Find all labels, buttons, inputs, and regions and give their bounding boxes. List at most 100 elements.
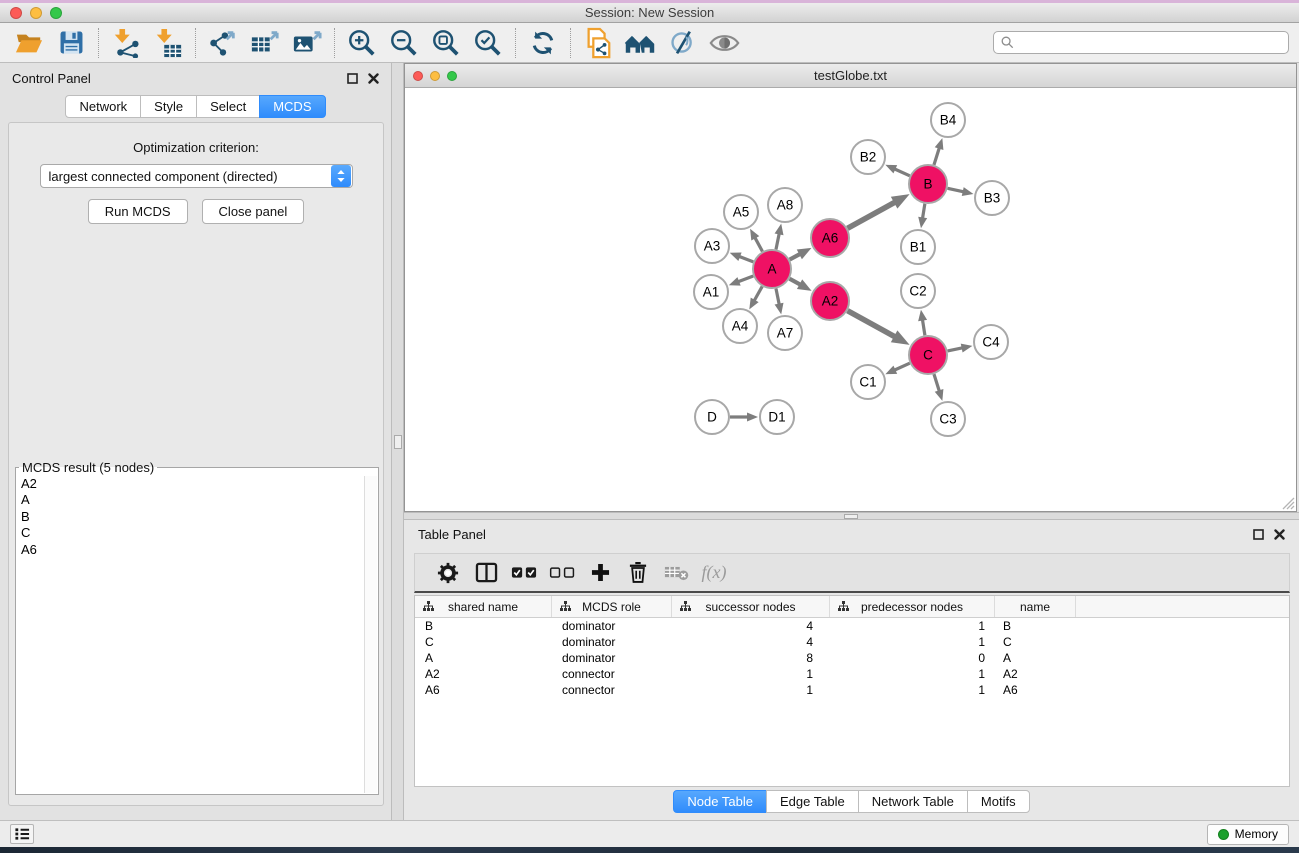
save-session-button[interactable]: [50, 26, 92, 60]
column-header-mcds-role[interactable]: MCDS role: [552, 596, 672, 617]
graph-edge[interactable]: [790, 254, 801, 260]
column-header-predecessor-nodes[interactable]: predecessor nodes: [830, 596, 995, 617]
table-cell[interactable]: 8: [672, 651, 830, 665]
vertical-splitter[interactable]: [391, 63, 404, 820]
tab-style[interactable]: Style: [140, 95, 197, 118]
result-list-item[interactable]: A6: [17, 542, 364, 558]
table-settings-button[interactable]: [429, 557, 467, 589]
window-resize-grip[interactable]: [1282, 497, 1295, 510]
graph-edge[interactable]: [790, 279, 801, 285]
graph-edge[interactable]: [894, 169, 909, 176]
graph-edge[interactable]: [776, 289, 779, 305]
horizontal-splitter[interactable]: [404, 512, 1299, 520]
float-panel-icon[interactable]: [1253, 529, 1264, 540]
split-view-button[interactable]: [467, 557, 505, 589]
export-image-button[interactable]: [286, 26, 328, 60]
task-history-button[interactable]: [10, 824, 34, 844]
table-cell[interactable]: A6: [995, 683, 1076, 697]
graph-edge[interactable]: [934, 374, 939, 391]
graph-edge[interactable]: [754, 286, 762, 300]
table-cell[interactable]: 1: [830, 683, 995, 697]
table-cell[interactable]: 1: [830, 619, 995, 633]
table-cell[interactable]: C: [415, 635, 552, 649]
table-cell[interactable]: connector: [552, 683, 672, 697]
tab-network[interactable]: Network: [65, 95, 141, 118]
search-input[interactable]: [1019, 36, 1281, 50]
open-session-button[interactable]: [8, 26, 50, 60]
column-header-shared-name[interactable]: shared name: [415, 596, 552, 617]
graph-edge[interactable]: [948, 348, 963, 351]
table-row[interactable]: Adominator80A: [415, 650, 1289, 666]
column-header-successor-nodes[interactable]: successor nodes: [672, 596, 830, 617]
table-cell[interactable]: 0: [830, 651, 995, 665]
memory-button[interactable]: Memory: [1207, 824, 1289, 845]
tab-select[interactable]: Select: [196, 95, 260, 118]
table-cell[interactable]: A: [995, 651, 1076, 665]
graph-edge[interactable]: [848, 202, 895, 228]
graph-edge[interactable]: [923, 204, 925, 219]
result-list-item[interactable]: A: [17, 492, 364, 508]
table-cell[interactable]: dominator: [552, 635, 672, 649]
deselect-all-button[interactable]: [543, 557, 581, 589]
tab-mcds[interactable]: MCDS: [259, 95, 325, 118]
tab-edge-table[interactable]: Edge Table: [766, 790, 859, 813]
graph-edge[interactable]: [894, 363, 909, 370]
table-cell[interactable]: 1: [830, 635, 995, 649]
result-list-item[interactable]: C: [17, 525, 364, 541]
table-cell[interactable]: connector: [552, 667, 672, 681]
splitter-grip[interactable]: [844, 514, 858, 519]
graph-edge[interactable]: [848, 311, 895, 337]
graph-edge[interactable]: [739, 256, 753, 261]
network-canvas[interactable]: B4B2BB3A5A8A6B1A3AC2A1A2A4A7CC4C1C3DD1: [405, 88, 1296, 511]
select-all-button[interactable]: [505, 557, 543, 589]
table-cell[interactable]: C: [995, 635, 1076, 649]
tab-network-table[interactable]: Network Table: [858, 790, 968, 813]
paint-style-button[interactable]: [661, 26, 703, 60]
delete-table-button[interactable]: [657, 557, 695, 589]
table-row[interactable]: A6connector11A6: [415, 682, 1289, 698]
tab-node-table[interactable]: Node Table: [673, 790, 767, 813]
result-list-item[interactable]: A2: [17, 476, 364, 492]
table-cell[interactable]: A: [415, 651, 552, 665]
zoom-out-button[interactable]: [383, 26, 425, 60]
new-network-from-selection-button[interactable]: [577, 26, 619, 60]
optimization-criterion-select[interactable]: largest connected component (directed): [40, 164, 353, 188]
add-column-button[interactable]: [581, 557, 619, 589]
zoom-in-button[interactable]: [341, 26, 383, 60]
close-panel-button[interactable]: Close panel: [202, 199, 305, 224]
result-list-item[interactable]: B: [17, 509, 364, 525]
result-scrollbar[interactable]: [364, 476, 377, 793]
tab-motifs[interactable]: Motifs: [967, 790, 1030, 813]
search-field[interactable]: [993, 31, 1289, 54]
table-cell[interactable]: A2: [415, 667, 552, 681]
table-cell[interactable]: dominator: [552, 619, 672, 633]
float-panel-icon[interactable]: [347, 73, 358, 84]
apply-layout-button[interactable]: [522, 26, 564, 60]
table-row[interactable]: Cdominator41C: [415, 634, 1289, 650]
close-panel-icon[interactable]: [1274, 529, 1285, 540]
table-cell[interactable]: 1: [672, 667, 830, 681]
column-header-name[interactable]: name: [995, 596, 1076, 617]
table-cell[interactable]: 1: [672, 683, 830, 697]
export-network-button[interactable]: [202, 26, 244, 60]
graph-edge[interactable]: [922, 320, 924, 336]
run-mcds-button[interactable]: Run MCDS: [88, 199, 188, 224]
graph-edge[interactable]: [776, 233, 779, 249]
show-hide-graphics-button[interactable]: [703, 26, 745, 60]
zoom-fit-button[interactable]: [425, 26, 467, 60]
graph-edge[interactable]: [948, 188, 964, 192]
table-cell[interactable]: 4: [672, 619, 830, 633]
network-graph[interactable]: B4B2BB3A5A8A6B1A3AC2A1A2A4A7CC4C1C3DD1: [405, 88, 1296, 511]
table-cell[interactable]: A2: [995, 667, 1076, 681]
table-row[interactable]: A2connector11A2: [415, 666, 1289, 682]
splitter-grip[interactable]: [394, 435, 402, 449]
close-panel-icon[interactable]: [368, 73, 379, 84]
import-table-button[interactable]: [147, 26, 189, 60]
export-table-button[interactable]: [244, 26, 286, 60]
function-builder-button[interactable]: f(x): [695, 557, 733, 589]
graph-edge[interactable]: [738, 276, 753, 282]
show-all-networks-button[interactable]: [619, 26, 661, 60]
import-network-button[interactable]: [105, 26, 147, 60]
zoom-selected-button[interactable]: [467, 26, 509, 60]
table-cell[interactable]: 1: [830, 667, 995, 681]
